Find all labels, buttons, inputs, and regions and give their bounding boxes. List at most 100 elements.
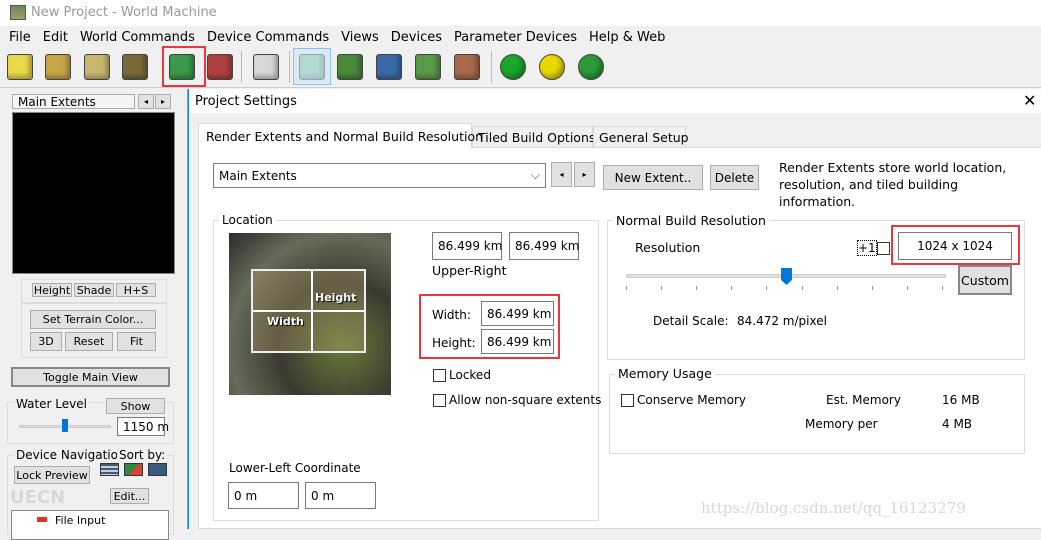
est-memory-label: Est. Memory [826, 393, 901, 407]
menu-world-commands[interactable]: World Commands [80, 30, 195, 45]
toggle-main-view-button[interactable]: Toggle Main View [11, 367, 170, 387]
memory-per-label: Memory per [805, 417, 878, 431]
save-disk-icon[interactable] [84, 54, 110, 80]
extent-select[interactable]: Main Extents ⌵ [213, 163, 546, 188]
lower-left-x-input[interactable]: 0 m [228, 482, 299, 509]
upper-right-label: Upper-Right [432, 263, 507, 278]
open-folder-icon[interactable] [45, 54, 71, 80]
slider-tick [766, 286, 768, 290]
menu-help-web[interactable]: Help & Web [589, 30, 665, 45]
tab-general-setup[interactable]: General Setup [593, 126, 689, 148]
csdn-watermark: https://blog.csdn.net/qq_16123279 [701, 499, 966, 517]
highlight-box-toolbar [162, 46, 206, 87]
sort-list-icon[interactable] [100, 463, 119, 476]
next-extent-button[interactable]: ▸ [574, 162, 595, 187]
diagram-width-label: Width [267, 315, 304, 328]
build-tiled-icon[interactable] [578, 54, 604, 80]
export-icon[interactable] [122, 54, 148, 80]
active-tool-highlight [293, 48, 331, 85]
water-level-label: Water Level [14, 397, 89, 411]
close-icon[interactable]: ✕ [1023, 91, 1036, 110]
tab-tiled-build-options[interactable]: Tiled Build Options [472, 126, 595, 148]
width-arrow [253, 310, 365, 312]
custom-button[interactable]: Custom [958, 265, 1012, 295]
3d-button[interactable]: 3D [30, 332, 62, 351]
tree-item-file-input[interactable]: File Input [55, 514, 105, 527]
locked-checkbox[interactable]: Locked [433, 368, 491, 382]
project-settings-dialog: Project Settings ✕ Render Extents and No… [188, 89, 1041, 529]
slider-tick [731, 286, 733, 290]
set-terrain-color-button[interactable]: Set Terrain Color... [30, 310, 156, 329]
location-label: Location [219, 213, 276, 227]
prev-extent-button[interactable]: ◂ [551, 162, 572, 187]
menu-device-commands[interactable]: Device Commands [207, 30, 329, 45]
slider-tick [942, 286, 943, 290]
next-extent-button[interactable]: ▸ [155, 94, 171, 109]
slider-tick [906, 286, 908, 290]
texture-icon[interactable] [454, 54, 480, 80]
globe-icon[interactable] [376, 54, 402, 80]
extent-diagram-image: Height Width [229, 233, 391, 395]
menu-devices[interactable]: Devices [391, 30, 442, 45]
upper-right-x-input[interactable]: 86.499 km [432, 232, 502, 260]
slider-tick [871, 286, 873, 290]
prev-extent-button[interactable]: ◂ [138, 94, 154, 109]
menu-parameter-devices[interactable]: Parameter Devices [454, 30, 577, 45]
menu-edit[interactable]: Edit [43, 30, 68, 45]
reset-button[interactable]: Reset [65, 332, 113, 351]
fit-button[interactable]: Fit [117, 332, 156, 351]
sort-tree-icon[interactable] [148, 463, 167, 476]
lower-left-y-input[interactable]: 0 m [305, 482, 376, 509]
slider-tick [661, 286, 663, 290]
resolution-slider-ticks [626, 286, 946, 291]
build-green-icon[interactable] [500, 54, 526, 80]
diagram-height-label: Height [315, 291, 357, 304]
allow-non-square-checkbox[interactable]: Allow non-square extents [433, 393, 601, 407]
layout-view-icon[interactable] [337, 54, 363, 80]
info-text: Render Extents store world location, res… [779, 160, 1007, 209]
height-shade-view-button[interactable]: H+S [116, 283, 156, 297]
new-extent-button[interactable]: New Extent.. [603, 165, 703, 190]
shade-view-button[interactable]: Shade [74, 283, 114, 297]
slider-tick [801, 286, 803, 290]
memory-per-value: 4 MB [942, 417, 973, 431]
dice-icon[interactable] [253, 54, 279, 80]
height-view-button[interactable]: Height [32, 283, 72, 297]
lock-preview-button[interactable]: Lock Preview [14, 466, 90, 484]
slider-tick [626, 286, 627, 290]
sort-type-icon[interactable] [124, 463, 143, 476]
water-show-button[interactable]: Show [106, 398, 165, 414]
plus-one-checkbox[interactable] [877, 242, 890, 255]
slider-tick [696, 286, 698, 290]
unrealchina-watermark: UECN [10, 487, 66, 508]
upper-right-y-input[interactable]: 86.499 km [509, 232, 579, 260]
chevron-down-icon: ⌵ [530, 168, 540, 182]
highlight-box-resolution [891, 225, 1020, 265]
normal-build-label: Normal Build Resolution [613, 213, 769, 228]
menu-file[interactable]: File [9, 30, 31, 45]
terrain-3d-icon[interactable] [415, 54, 441, 80]
tab-render-extents[interactable]: Render Extents and Normal Build Resoluti… [198, 123, 483, 148]
preview-viewport[interactable] [12, 112, 175, 274]
menu-bar: File Edit World Commands Device Commands Vie… [9, 30, 677, 45]
water-level-slider-thumb[interactable] [62, 419, 68, 432]
sort-by-label: Sort by: [117, 448, 168, 462]
water-level-input[interactable]: 1150 m [117, 417, 169, 436]
edit-button[interactable]: Edit... [110, 488, 149, 504]
toolbar-separator [491, 51, 492, 83]
plus-one-label: +1 [857, 240, 877, 256]
dialog-title: Project Settings [195, 94, 297, 109]
new-project-icon[interactable] [7, 54, 33, 80]
build-yellow-icon[interactable] [539, 54, 565, 80]
device-tree[interactable]: File Input [11, 510, 169, 540]
delete-button[interactable]: Delete [710, 165, 759, 190]
conserve-memory-checkbox[interactable]: Conserve Memory [621, 393, 746, 407]
extent-name-field[interactable]: Main Extents [12, 94, 135, 109]
window-title: New Project - World Machine [31, 5, 217, 20]
menu-views[interactable]: Views [341, 30, 379, 45]
checklist-icon[interactable] [207, 54, 233, 80]
title-bar: New Project - World Machine [0, 0, 1041, 26]
toolbar-separator [289, 51, 290, 83]
highlight-box-dimensions [419, 294, 560, 359]
memory-usage-label: Memory Usage [615, 366, 715, 381]
